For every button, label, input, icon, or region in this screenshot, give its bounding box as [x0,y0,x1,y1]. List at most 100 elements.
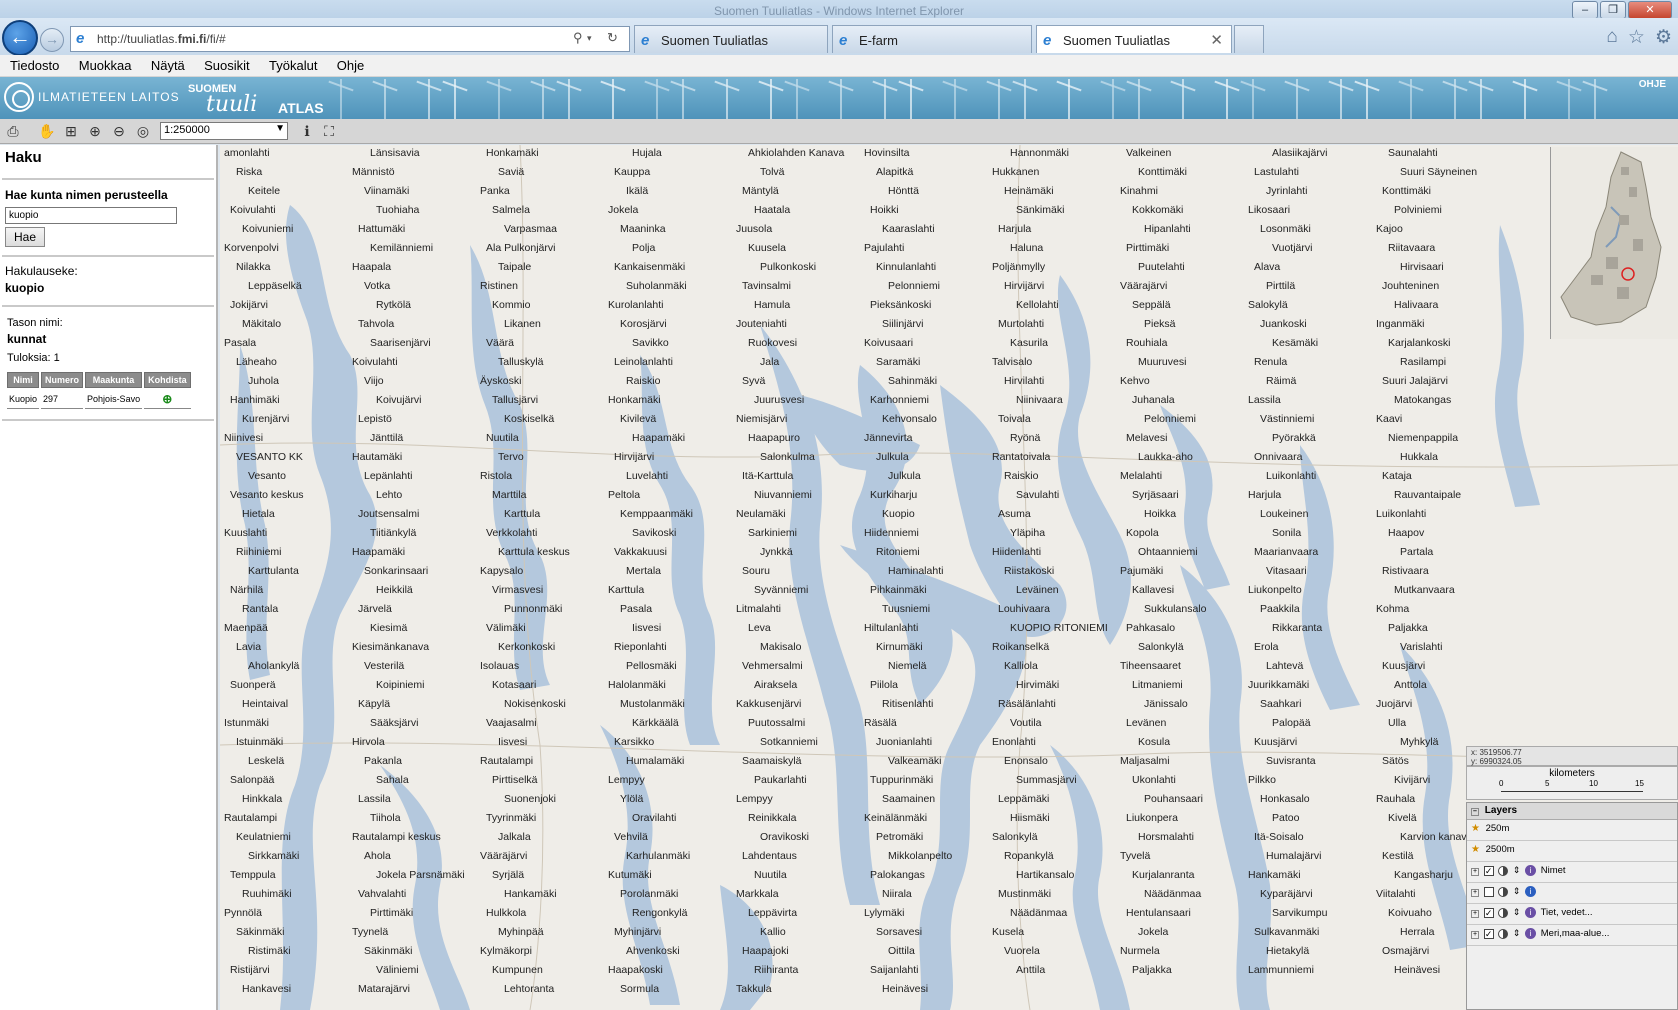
forward-button[interactable]: → [40,28,64,52]
opacity-icon[interactable] [1498,886,1509,897]
pan-hand-icon[interactable]: ✋ [38,122,56,140]
column-header-number[interactable]: Numero [41,372,84,388]
home-icon[interactable]: ⌂ [1606,26,1617,49]
municipality-search-input[interactable] [5,207,177,224]
layer-row-tiet-vedet[interactable]: + ✓ ⇕ i Tiet, vedet... [1467,904,1677,925]
menu-suosikit[interactable]: Suosikit [194,55,256,73]
collapse-icon[interactable]: – [1471,808,1479,816]
layer-visibility-checkbox[interactable] [1483,886,1494,897]
layer-row-250m[interactable]: ★ 250m [1467,820,1677,841]
move-layer-icon[interactable]: ⇕ [1513,928,1521,938]
place-label: Pouhansaari [1144,793,1203,805]
menu-ohje[interactable]: Ohje [327,55,370,73]
back-button[interactable]: ← [2,20,38,56]
move-layer-icon[interactable]: ⇕ [1513,865,1521,875]
search-button[interactable]: Hae [5,227,45,247]
new-tab-button[interactable] [1234,25,1264,53]
layer-row-nimet[interactable]: + ✓ ⇕ i Nimet [1467,862,1677,883]
menu-muokkaa[interactable]: Muokkaa [69,55,138,73]
place-label: Kurjalanranta [1132,869,1195,881]
coordinate-y: y: 6990324.05 [1471,757,1522,766]
expand-icon[interactable]: + [1471,868,1479,877]
place-label: Riistakoski [1004,565,1055,577]
zoom-in-icon[interactable]: ⊕ [86,122,104,140]
place-label: Pynnölä [224,907,262,919]
place-label: Haapov [1388,527,1425,539]
tools-gear-icon[interactable]: ⚙ [1655,26,1672,49]
layer-row-unnamed[interactable]: + ⇕ i [1467,883,1677,904]
move-layer-icon[interactable]: ⇕ [1513,886,1521,896]
zoom-to-result-button[interactable]: ⊕ [144,390,191,409]
move-layer-icon[interactable]: ⇕ [1513,907,1521,917]
refresh-icon[interactable]: ↻ [607,30,623,48]
help-link[interactable]: OHJE [1639,79,1666,90]
close-window-button[interactable]: ✕ [1628,1,1672,19]
column-header-region[interactable]: Maakunta [85,372,143,388]
place-label: Korvenpolvi [224,242,279,254]
tab-e-farm[interactable]: e E-farm [832,25,1032,53]
layer-row-meri-maa-alue[interactable]: + ✓ ⇕ i Meri,maa-alue... [1467,925,1677,946]
layer-row-2500m[interactable]: ★ 2500m [1467,841,1677,862]
menu-nayta[interactable]: Näytä [141,55,191,73]
tab-suomen-tuuliatlas-active[interactable]: e Suomen Tuuliatlas ✕ [1036,25,1232,53]
place-label: Karttulanta [248,565,299,577]
layer-visibility-checkbox[interactable]: ✓ [1483,865,1494,876]
place-label: Ikälä [626,185,649,197]
map-canvas[interactable]: amonlahti Länsisavia Honkamäki Hujala Ahkiol… [220,145,1678,1010]
place-label: Saarisenjärvi [370,337,431,349]
coordinate-x: x: 3519506.77 [1471,748,1522,757]
layer-info-icon[interactable]: i [1525,886,1537,897]
opacity-icon[interactable] [1498,928,1509,939]
scale-select[interactable]: 1:250000 ▼ [160,122,288,140]
place-label: Pirttimäki [370,907,414,919]
place-label: Salmela [492,204,530,216]
expand-icon[interactable]: + [1471,910,1479,919]
layer-info-icon[interactable]: i [1525,907,1537,918]
minimize-button[interactable]: – [1572,1,1598,19]
place-label: Jänissalo [1144,698,1188,710]
opacity-icon[interactable] [1498,865,1509,876]
place-label: Likanen [504,318,541,330]
column-header-zoom-to[interactable]: Kohdista [144,372,191,388]
layer-switcher-header[interactable]: – Layers [1467,803,1677,820]
wind-turbine-icon [1480,79,1482,119]
zoom-out-icon[interactable]: ⊖ [110,122,128,140]
favorites-star-icon[interactable]: ☆ [1628,26,1645,49]
layer-info-icon[interactable]: i [1525,928,1537,939]
place-label: Lahtevä [1266,660,1304,672]
place-label: Hönttä [888,185,919,197]
place-label: Honkamäki [608,394,661,406]
url-text[interactable]: http://tuuliatlas.fmi.fi/fi/# [97,32,226,46]
close-tab-icon[interactable]: ✕ [1210,31,1223,49]
zoom-box-icon[interactable]: ⊞ [62,122,80,140]
place-label: Hirvola [352,736,385,748]
place-label: Honkamäki [486,147,539,159]
place-label: Alapitkä [876,166,914,178]
layer-info-icon[interactable]: i [1525,865,1537,876]
place-label: Salonpää [230,774,275,786]
opacity-icon[interactable] [1498,907,1509,918]
column-header-name[interactable]: Nimi [7,372,40,388]
address-bar[interactable]: e http://tuuliatlas.fmi.fi/fi/# ⚲ ▾ ↻ [70,26,630,52]
binoculars-search-icon[interactable]: ⛶ [320,122,338,140]
info-tool-icon[interactable]: ℹ [298,122,316,140]
place-label: Paljakka [1388,622,1428,634]
print-icon[interactable]: ⎙ [4,122,22,140]
expand-icon[interactable]: + [1471,889,1479,898]
overview-map[interactable] [1550,147,1678,339]
maximize-button[interactable]: ❐ [1600,1,1626,19]
dropdown-arrow-icon[interactable]: ▾ [587,33,603,51]
menu-tyokalut[interactable]: Työkalut [259,55,323,73]
tab-suomen-tuuliatlas-1[interactable]: e Suomen Tuuliatlas [634,25,828,53]
zoom-full-icon[interactable]: ◎ [134,122,152,140]
layer-visibility-checkbox[interactable]: ✓ [1483,928,1494,939]
chevron-down-icon: ▼ [275,123,285,134]
menu-tiedosto[interactable]: Tiedosto [0,55,65,73]
place-label: Syrjäsaari [1132,489,1179,501]
layer-visibility-checkbox[interactable]: ✓ [1483,907,1494,918]
place-label: Liukonpelto [1248,584,1302,596]
place-label: Kerkonkoski [498,641,556,653]
expand-icon[interactable]: + [1471,931,1479,940]
place-label: Viinamäki [364,185,410,197]
place-label: Litmalahti [736,603,781,615]
